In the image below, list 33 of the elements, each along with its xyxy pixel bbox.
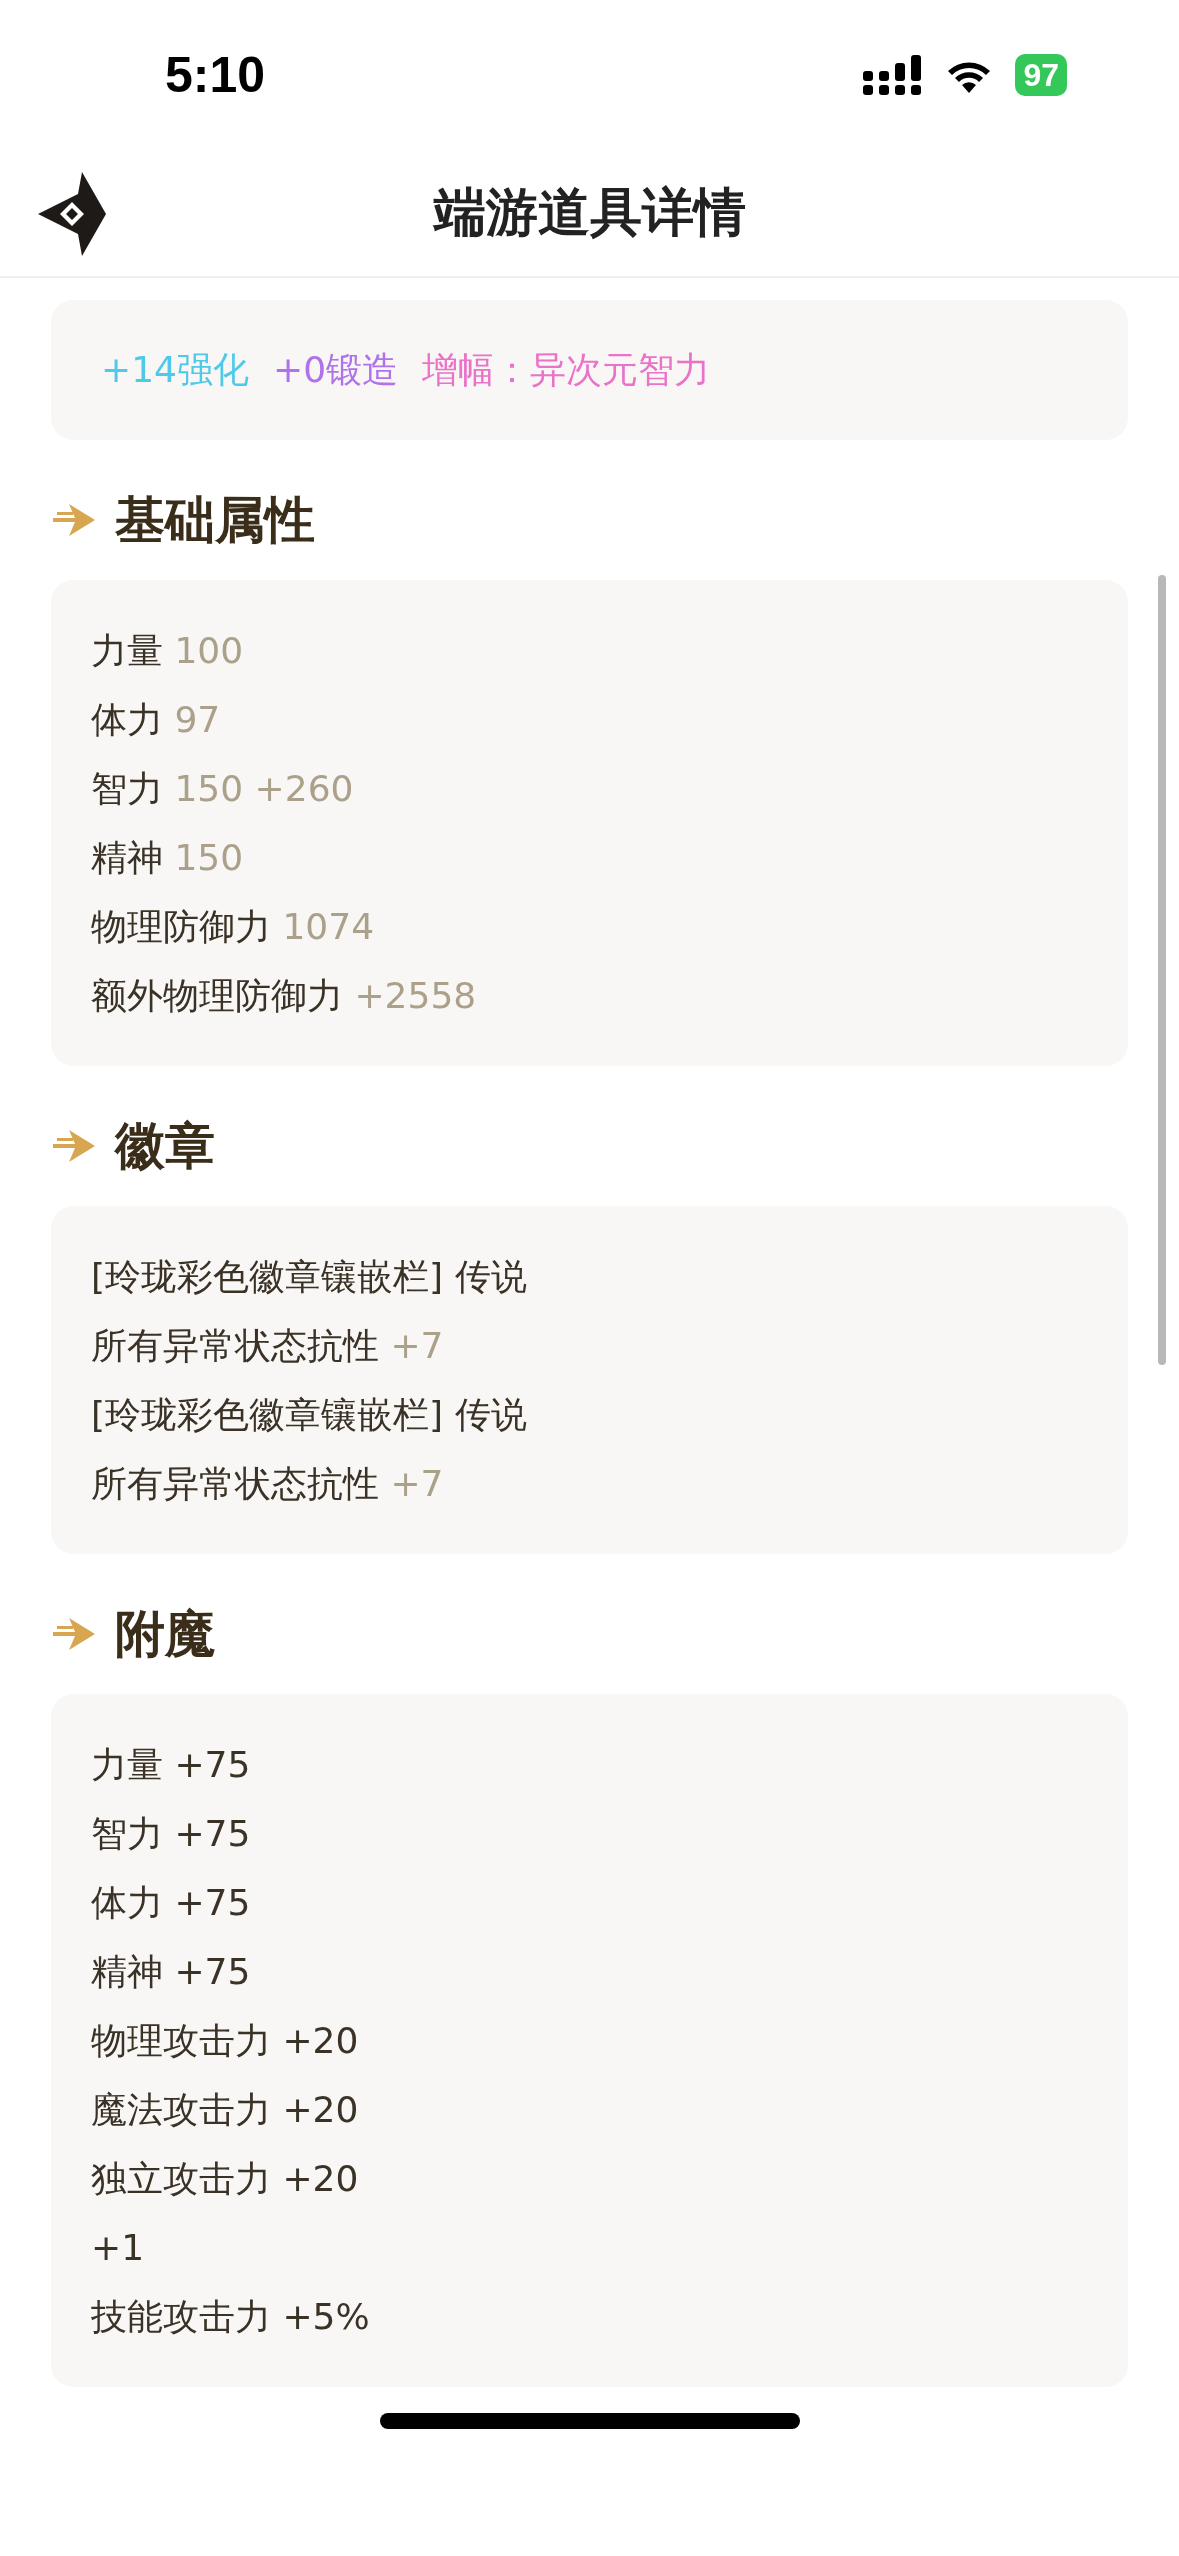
stat-line: 体力 +75	[91, 1881, 252, 1925]
stat-line: 所有异常状态抗性 +7	[91, 1324, 445, 1368]
page-title: 端游道具详情	[433, 181, 746, 244]
stat-line: 独立攻击力 +20	[91, 2157, 360, 2201]
enhancement-tag: +0锻造	[273, 345, 399, 395]
stat-line: 力量 100	[91, 629, 245, 673]
stat-line: 精神 150	[91, 836, 245, 880]
stat-line: 技能攻击力 +5%	[91, 2295, 371, 2339]
stat-line: 所有异常状态抗性 +7	[91, 1462, 445, 1506]
battery-icon: 97	[1015, 54, 1067, 96]
stat-line: 体力 97	[91, 698, 222, 742]
stat-line: 智力 +75	[91, 1812, 252, 1856]
arrow-icon	[51, 1616, 97, 1652]
section-title: 基础属性	[115, 489, 315, 551]
arrow-icon	[51, 1128, 97, 1164]
signal-icon	[863, 55, 924, 95]
section-title: 附魔	[115, 1603, 215, 1665]
stat-line: +1	[91, 2226, 146, 2270]
stat-line: 物理防御力 1074	[91, 905, 376, 949]
stat-line: 魔法攻击力 +20	[91, 2088, 360, 2132]
stat-line: 额外物理防御力 +2558	[91, 974, 478, 1018]
clock: 5:10	[165, 46, 266, 104]
stat-line: [玲珑彩色徽章镶嵌栏] 传说	[91, 1393, 528, 1437]
enhancement-tag: 增幅：异次元智力	[422, 345, 711, 395]
stat-line: 精神 +75	[91, 1950, 252, 1994]
arrow-icon	[51, 502, 97, 538]
logo-icon[interactable]	[38, 172, 106, 256]
section-title: 徽章	[115, 1115, 215, 1177]
stat-line: 物理攻击力 +20	[91, 2019, 360, 2063]
stat-line: [玲珑彩色徽章镶嵌栏] 传说	[91, 1255, 528, 1299]
stat-line: 智力 150 +260	[91, 767, 355, 811]
enhancement-tag: +14强化	[101, 345, 249, 395]
stat-line: 力量 +75	[91, 1743, 252, 1787]
